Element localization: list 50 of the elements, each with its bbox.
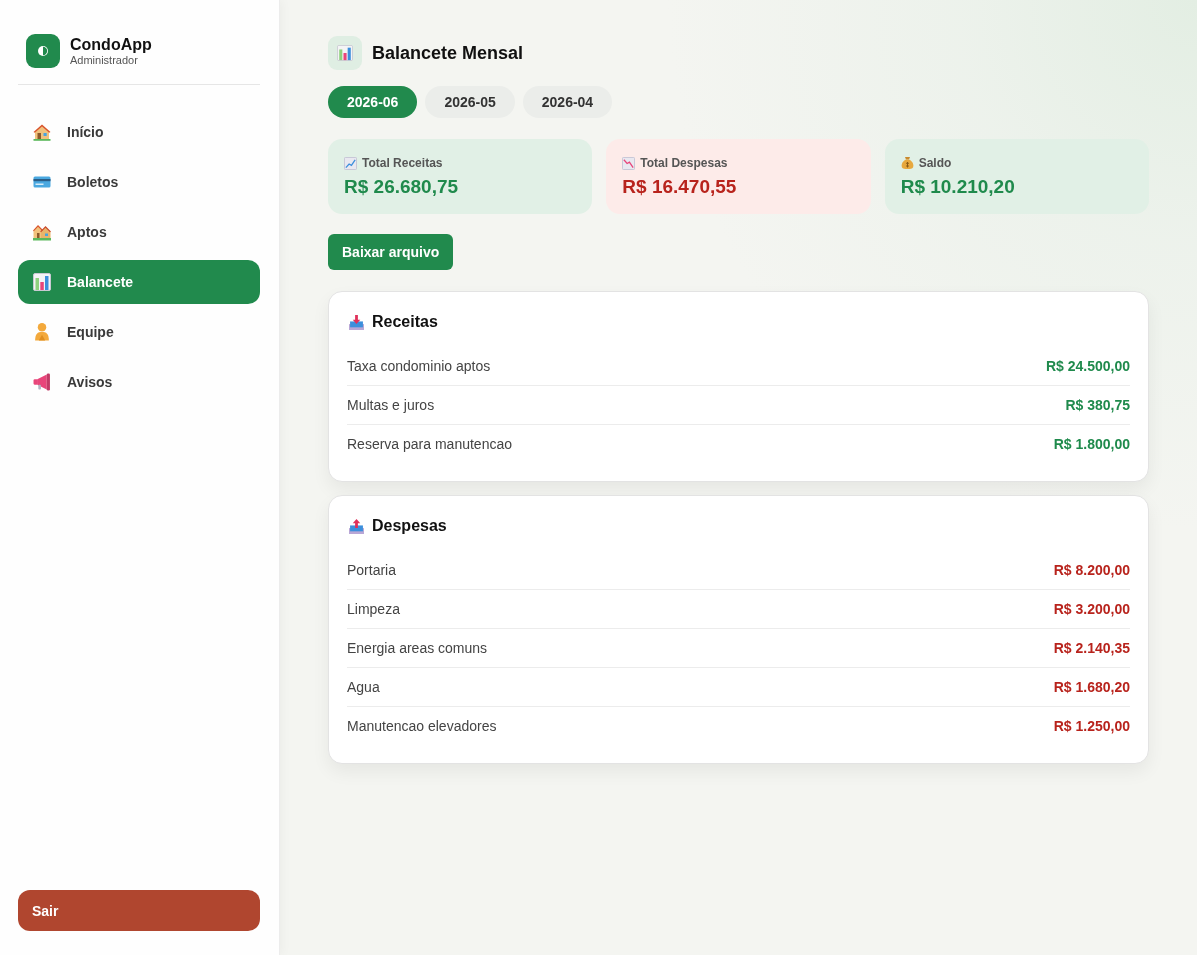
rising-chart-icon [344,156,357,170]
sidebar-item[interactable]: Aptos [18,210,260,254]
sidebar-item[interactable]: Equipe [18,310,260,354]
user-role: Administrador [70,54,138,67]
entry-label: Taxa condominio aptos [347,358,491,374]
sidebar-item[interactable]: Avisos [18,360,260,404]
person-icon [33,323,51,341]
bar-chart-icon [33,273,51,291]
summary-value: R$ 16.470,55 [622,175,737,199]
download-button[interactable]: Baixar arquivo [328,234,454,270]
entry-amount: R$ 8.200,00 [1053,562,1130,578]
inbox-tray-icon [349,314,364,330]
money-bag-icon [900,156,914,170]
entry-amount: R$ 1.250,00 [1053,718,1130,734]
entry-amount: R$ 1.800,00 [1053,436,1130,452]
entry-amount: R$ 380,75 [1065,397,1130,413]
entry-amount: R$ 3.200,00 [1053,601,1130,617]
summary-label: Total Receitas [362,155,443,171]
entry-label: Portaria [347,562,397,578]
entry-label: Energia areas comuns [347,640,488,656]
summary-label: Total Despesas [640,155,728,171]
entry-label: Limpeza [347,601,400,617]
sidebar-item[interactable]: Balancete [18,260,260,304]
page-title: Balancete Mensal [372,42,524,64]
outbox-tray-icon [349,518,364,534]
section-title: Despesas [372,517,447,535]
logout-button[interactable]: Sair [18,890,260,931]
bar-chart-icon [328,36,362,70]
month-tab[interactable]: 2026-05 [425,86,515,118]
entry-label: Multas e juros [347,397,435,413]
summary-label: Saldo [918,155,952,171]
entry-amount: R$ 2.140,35 [1053,640,1130,656]
summary-value: R$ 26.680,75 [344,175,459,199]
house-icon [33,123,51,141]
summary-value: R$ 10.210,20 [900,175,1015,199]
entry-amount: R$ 1.680,20 [1053,679,1130,695]
sidebar-item[interactable]: Boletos [18,160,260,204]
contrast-icon [26,34,60,68]
entry-amount: R$ 24.500,00 [1045,358,1130,374]
sidebar-item[interactable]: Início [18,110,260,154]
entry-label: Manutencao elevadores [347,718,497,734]
entry-label: Agua [347,679,380,695]
app-title: CondoApp [70,35,152,54]
month-tab[interactable]: 2026-04 [522,86,613,118]
month-tab[interactable]: 2026-06 [328,86,418,118]
falling-chart-icon [622,156,636,170]
entry-label: Reserva para manutencao [347,436,512,452]
megaphone-icon [33,373,51,391]
section-title: Receitas [372,313,438,331]
houses-icon [33,223,51,241]
